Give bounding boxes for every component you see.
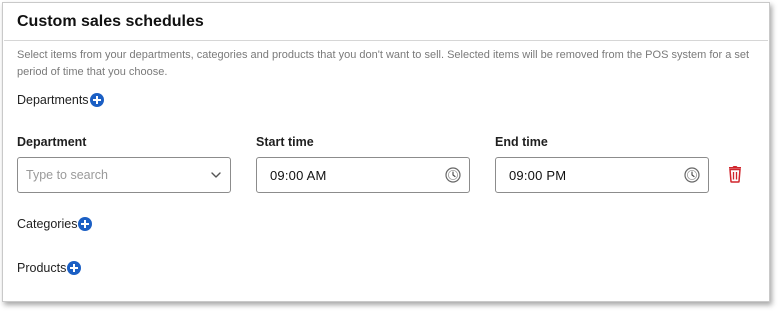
department-select[interactable]: Type to search: [17, 157, 231, 193]
add-department-plus-icon[interactable]: [89, 93, 104, 107]
departments-section: Departments: [17, 93, 104, 107]
card-description: Select items from your departments, cate…: [17, 49, 750, 78]
end-time-label: End time: [495, 135, 548, 149]
clock-icon[interactable]: [445, 167, 461, 183]
title-divider: [4, 40, 768, 41]
add-product-plus-icon[interactable]: [67, 261, 82, 275]
clock-icon[interactable]: [684, 167, 700, 183]
department-field-label: Department: [17, 135, 87, 149]
start-time-field[interactable]: 09:00 AM: [256, 157, 470, 193]
chevron-down-icon[interactable]: [210, 169, 222, 181]
start-time-value[interactable]: 09:00 AM: [270, 168, 445, 183]
products-label: Products: [17, 261, 67, 275]
end-time-value[interactable]: 09:00 PM: [509, 168, 684, 183]
custom-sales-schedules-card: Custom sales schedules Select items from…: [2, 2, 770, 302]
departments-label: Departments: [17, 93, 89, 107]
categories-label: Categories: [17, 217, 78, 231]
department-search-input[interactable]: Type to search: [26, 168, 210, 182]
categories-section: Categories: [17, 217, 93, 231]
end-time-field[interactable]: 09:00 PM: [495, 157, 709, 193]
add-category-plus-icon[interactable]: [78, 217, 93, 231]
start-time-label: Start time: [256, 135, 314, 149]
products-section: Products: [17, 261, 82, 275]
trash-icon[interactable]: [727, 165, 743, 183]
card-title: Custom sales schedules: [17, 13, 204, 30]
